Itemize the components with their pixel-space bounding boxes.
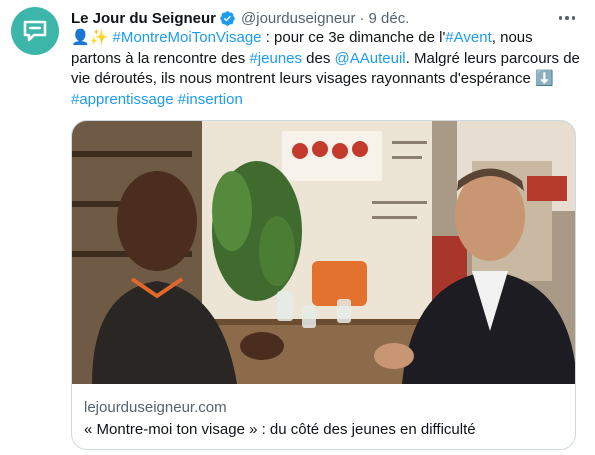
down-arrow-emoji: ⬇️ [534,70,554,87]
hashtag-link[interactable]: #insertion [178,91,243,108]
hashtag-link[interactable]: #jeunes [249,50,302,67]
author-avatar[interactable] [11,7,59,55]
card-image[interactable] [72,121,575,384]
tweet-timestamp[interactable]: 9 déc. [369,10,410,27]
hashtag-link[interactable]: #apprentissage [71,91,174,108]
tweet-text: 👤✨ #MontreMoiTonVisage : pour ce 3e dima… [71,28,581,110]
person-sparkles-emoji: 👤✨ [71,29,109,46]
tweet-header: Le Jour du Seigneur @jourduseigneur · 9 … [71,8,575,28]
verified-badge-icon [219,10,236,27]
separator-dot: · [359,9,365,27]
more-options-icon[interactable] [558,8,575,28]
speech-bubble-logo-icon [23,20,47,42]
mention-link[interactable]: @AAuteuil [335,50,406,67]
author-name[interactable]: Le Jour du Seigneur [71,10,216,27]
link-preview-card[interactable]: lejourduseigneur.com « Montre-moi ton vi… [71,120,576,450]
hashtag-link[interactable]: #MontreMoiTonVisage [113,29,262,46]
text-segment: des [302,49,335,67]
text-segment: : pour ce 3e dimanche de l' [261,29,446,46]
card-title[interactable]: « Montre-moi ton visage » : du côté des … [84,421,476,438]
card-domain: lejourduseigneur.com [84,399,227,416]
author-handle[interactable]: @jourduseigneur [241,10,355,27]
hashtag-link[interactable]: #Avent [445,29,491,46]
